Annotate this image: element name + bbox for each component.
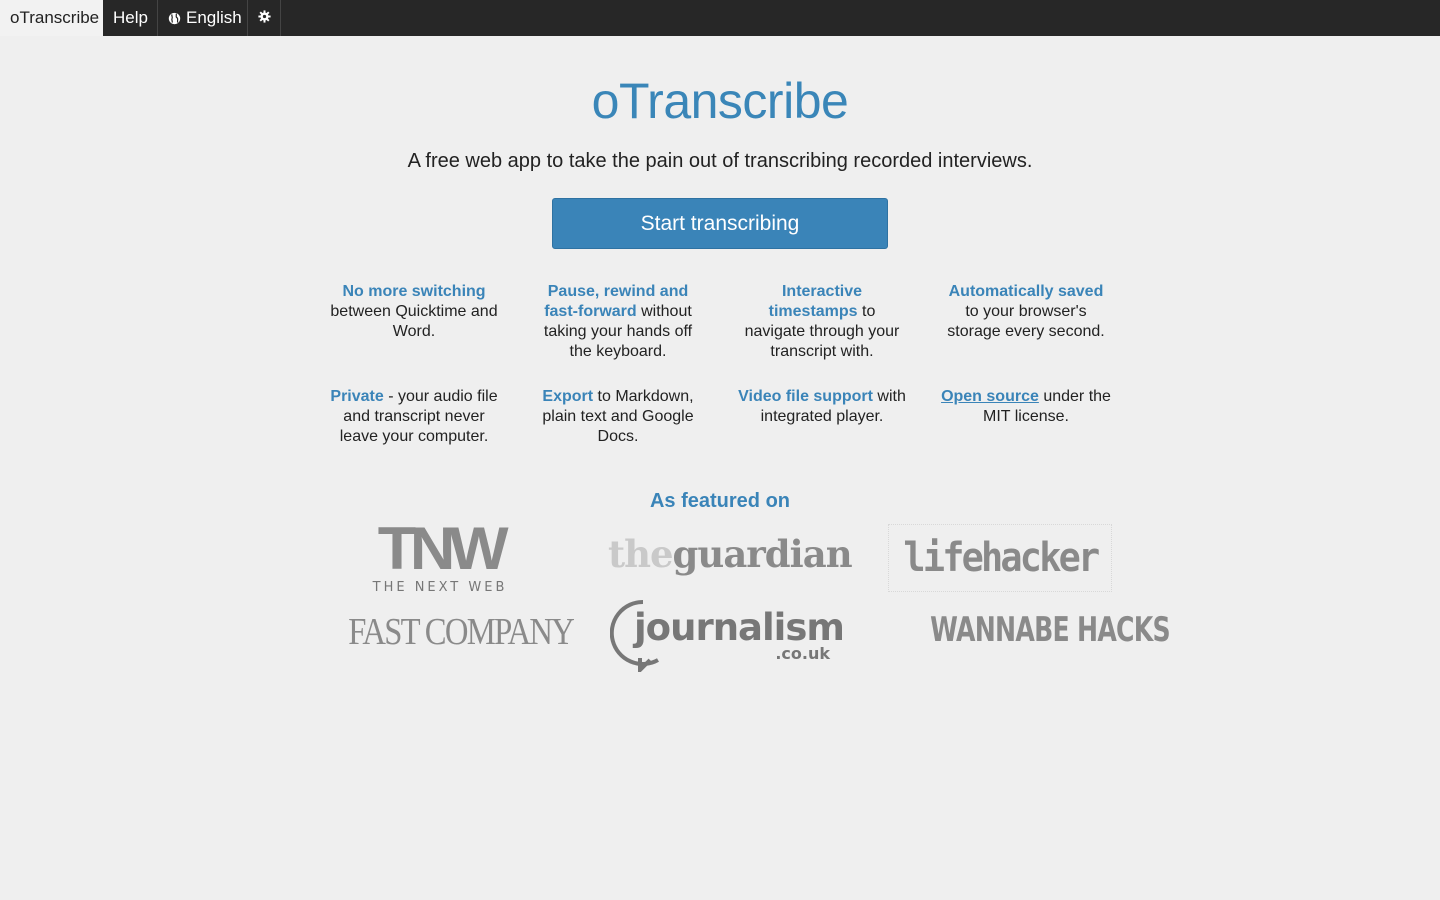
- guardian-logo-the: the: [608, 532, 674, 576]
- lifehacker-logo-text: lifehacker: [903, 535, 1100, 581]
- feature-highlight: Export: [542, 388, 594, 405]
- feature-highlight: Video file support: [738, 388, 873, 405]
- feature-highlight: Interactive timestamps: [768, 283, 863, 320]
- journalism-logo-domain: .co.uk: [775, 644, 830, 663]
- wannabe-hacks-logo[interactable]: WANNABE HACKS: [888, 610, 1171, 656]
- feature-video-support: Video file support with integrated playe…: [737, 387, 907, 427]
- lifehacker-logo[interactable]: lifehacker: [888, 524, 1112, 592]
- feature-highlight: No more switching: [342, 283, 486, 300]
- tnw-logo-subtitle: THE NEXT WEB: [372, 580, 508, 595]
- language-label: English: [186, 8, 242, 27]
- journalism-logo-text: journalism: [634, 606, 845, 649]
- feature-text: to your browser's storage every second.: [947, 303, 1105, 340]
- feature-export: Export to Markdown, plain text and Googl…: [533, 387, 703, 447]
- start-transcribing-button[interactable]: Start transcribing: [552, 198, 888, 249]
- feature-no-switching: No more switching between Quicktime and …: [329, 282, 499, 342]
- fastcompany-logo[interactable]: FAST COMPANY: [330, 610, 575, 656]
- tagline: A free web app to take the pain out of t…: [407, 150, 1033, 172]
- brand-label: oTranscribe: [10, 8, 100, 27]
- globe-icon: [168, 12, 181, 25]
- fastcompany-logo-text: FAST COMPANY: [348, 611, 575, 653]
- feature-pause-rewind: Pause, rewind and fast-forward without t…: [533, 282, 703, 362]
- gear-icon: [257, 8, 271, 28]
- guardian-logo-word: guardian: [672, 532, 853, 576]
- tnw-logo-mark: TNW: [377, 515, 509, 582]
- app-title: oTranscribe: [591, 73, 849, 129]
- feature-highlight: Private: [330, 388, 384, 405]
- help-menu[interactable]: Help: [103, 0, 158, 36]
- top-nav-bar: oTranscribe Help English: [0, 0, 1440, 36]
- tnw-logo[interactable]: TNW THE NEXT WEB: [360, 519, 520, 596]
- settings-button[interactable]: [248, 0, 281, 36]
- journalism-logo[interactable]: journalism .co.uk: [610, 598, 845, 672]
- feature-timestamps: Interactive timestamps to navigate throu…: [737, 282, 907, 362]
- wannabe-hacks-logo-text: WANNABE HACKS: [930, 610, 1171, 650]
- feature-highlight: Automatically saved: [948, 283, 1104, 300]
- feature-text: between Quicktime and Word.: [330, 303, 498, 340]
- open-source-link[interactable]: Open source: [941, 388, 1039, 405]
- featured-on-heading: As featured on: [649, 490, 791, 512]
- feature-private: Private - your audio file and transcript…: [329, 387, 499, 447]
- brand-tab[interactable]: oTranscribe: [0, 0, 103, 36]
- guardian-logo[interactable]: theguardian: [608, 532, 853, 578]
- feature-autosave: Automatically saved to your browser's st…: [941, 282, 1111, 342]
- help-label: Help: [113, 8, 148, 27]
- feature-open-source: Open source under the MIT license.: [941, 387, 1111, 427]
- language-menu[interactable]: English: [158, 0, 248, 36]
